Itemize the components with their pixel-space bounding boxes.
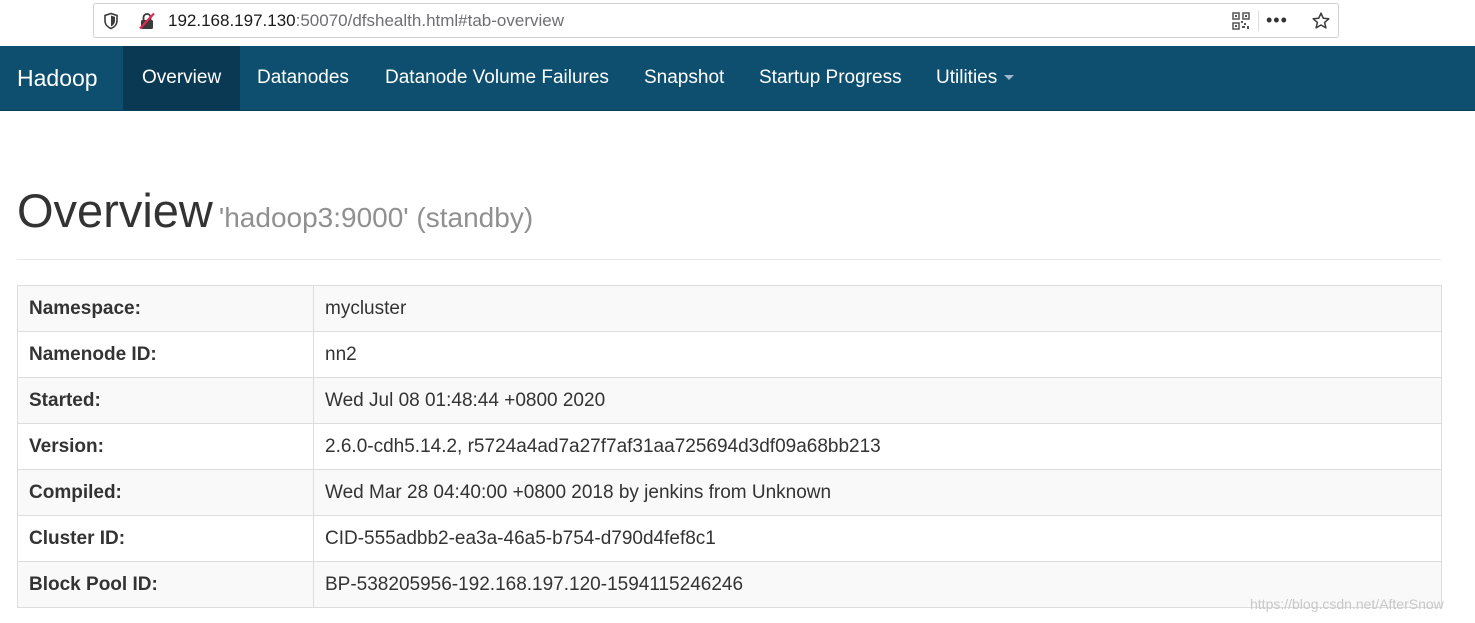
page-title: Overview'hadoop3:9000' (standby) (17, 185, 533, 244)
table-row: Cluster ID: CID-555adbb2-ea3a-46a5-b754-… (17, 515, 1442, 562)
table-row: Namenode ID: nn2 (17, 331, 1442, 378)
nav-utilities-label: Utilities (936, 67, 998, 88)
table-row: Started: Wed Jul 08 01:48:44 +0800 2020 (17, 377, 1442, 424)
watermark-text: https://blog.csdn.net/AfterSnow (1250, 596, 1444, 612)
nav-snapshot[interactable]: Snapshot (625, 46, 743, 110)
caret-down-icon (1004, 75, 1015, 81)
browser-chrome: 192.168.197.130:50070/dfshealth.html#tab… (0, 0, 1475, 46)
bookmark-star-icon[interactable] (1312, 12, 1330, 30)
page-title-text: Overview (17, 184, 213, 237)
row-label-namenode-id: Namenode ID: (17, 331, 314, 378)
top-navbar: Hadoop Overview Datanodes Datanode Volum… (0, 46, 1475, 111)
page-subtitle: 'hadoop3:9000' (standby) (218, 202, 534, 233)
table-row: Version: 2.6.0-cdh5.14.2, r5724a4ad7a27f… (17, 423, 1442, 470)
row-label-block-pool-id: Block Pool ID: (17, 561, 314, 608)
nav-datanodes[interactable]: Datanodes (238, 46, 368, 110)
toolbar-separator (1258, 11, 1259, 31)
qr-code-icon[interactable] (1232, 12, 1250, 30)
table-row: Compiled: Wed Mar 28 04:40:00 +0800 2018… (17, 469, 1442, 516)
url-host: 192.168.197.130 (168, 11, 296, 30)
row-label-started: Started: (17, 377, 314, 424)
table-row: Namespace: mycluster (17, 285, 1442, 332)
row-value-compiled: Wed Mar 28 04:40:00 +0800 2018 by jenkin… (313, 469, 1442, 516)
row-label-cluster-id: Cluster ID: (17, 515, 314, 562)
overview-table: Namespace: mycluster Namenode ID: nn2 St… (17, 285, 1442, 608)
header-divider (17, 259, 1441, 260)
row-label-namespace: Namespace: (17, 285, 314, 332)
nav-startup-progress[interactable]: Startup Progress (740, 46, 921, 110)
nav-overview[interactable]: Overview (123, 46, 241, 110)
table-row: Block Pool ID: BP-538205956-192.168.197.… (17, 561, 1442, 608)
address-bar[interactable]: 192.168.197.130:50070/dfshealth.html#tab… (93, 3, 1339, 38)
row-label-compiled: Compiled: (17, 469, 314, 516)
row-value-cluster-id: CID-555adbb2-ea3a-46a5-b754-d790d4fef8c1 (313, 515, 1442, 562)
row-value-namespace: mycluster (313, 285, 1442, 332)
more-actions-icon[interactable]: ••• (1266, 11, 1288, 29)
shield-icon[interactable] (102, 12, 120, 30)
url-text[interactable]: 192.168.197.130:50070/dfshealth.html#tab… (168, 11, 564, 31)
row-value-namenode-id: nn2 (313, 331, 1442, 378)
row-label-version: Version: (17, 423, 314, 470)
row-value-started: Wed Jul 08 01:48:44 +0800 2020 (313, 377, 1442, 424)
url-path: :50070/dfshealth.html#tab-overview (295, 11, 565, 30)
nav-utilities-dropdown[interactable]: Utilities (917, 46, 1033, 110)
insecure-lock-icon[interactable] (138, 12, 156, 30)
navbar-brand[interactable]: Hadoop (17, 46, 98, 110)
row-value-version: 2.6.0-cdh5.14.2, r5724a4ad7a27f7af31aa72… (313, 423, 1442, 470)
nav-datanode-volume-failures[interactable]: Datanode Volume Failures (366, 46, 628, 110)
